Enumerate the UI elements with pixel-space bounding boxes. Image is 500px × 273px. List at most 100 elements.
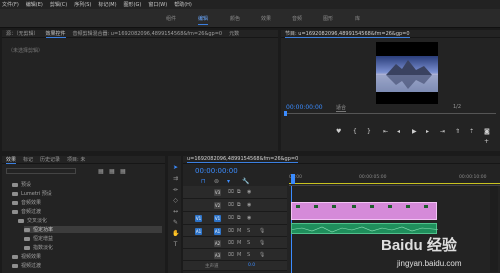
track-target-a1[interactable]: A1 xyxy=(214,228,221,235)
tree-audio-transitions[interactable]: 音频过渡 xyxy=(12,208,41,215)
track-target-v2[interactable]: V2 xyxy=(214,202,221,209)
sync-icon[interactable]: ⧉ xyxy=(237,202,241,208)
source-patch-v1[interactable]: V1 xyxy=(195,215,202,222)
pen-icon[interactable]: ✎ xyxy=(172,219,179,226)
mic-icon[interactable]: 🎙 xyxy=(259,240,265,246)
lock-icon[interactable]: ⌧ xyxy=(228,189,234,195)
slip-icon[interactable]: ↔ xyxy=(172,208,179,215)
tree-lumetri-presets[interactable]: Lumetri 预设 xyxy=(12,190,52,197)
lock-icon[interactable]: ⌧ xyxy=(228,228,234,234)
selection-tool-icon[interactable]: ➤ xyxy=(172,164,179,171)
step-back-icon[interactable]: ◂ xyxy=(397,128,400,135)
hand-icon[interactable]: ✋ xyxy=(172,230,179,237)
tree-video-effects[interactable]: 视频效果 xyxy=(12,253,41,260)
marker-icon[interactable]: ♥ xyxy=(336,128,341,135)
workspace-editing[interactable]: 编辑 xyxy=(198,15,209,25)
menu-help[interactable]: 帮助(H) xyxy=(174,1,192,8)
mic-icon[interactable]: 🎙 xyxy=(259,228,265,234)
menu-marker[interactable]: 标记(M) xyxy=(98,1,116,8)
eye-icon[interactable]: ◉ xyxy=(247,189,251,195)
lock-icon[interactable]: ⌧ xyxy=(228,252,234,258)
lock-icon[interactable]: ⌧ xyxy=(228,240,234,246)
mute-icon[interactable]: M xyxy=(237,252,241,258)
workspace-graphics[interactable]: 图形 xyxy=(323,15,333,22)
menu-file[interactable]: 文件(F) xyxy=(2,1,19,8)
menu-edit[interactable]: 编辑(E) xyxy=(26,1,43,8)
menu-window[interactable]: 窗口(W) xyxy=(148,1,167,8)
mark-in-icon[interactable]: { xyxy=(353,128,357,135)
solo-icon[interactable]: S xyxy=(247,240,250,246)
tree-presets[interactable]: 预设 xyxy=(12,181,31,188)
tree-constant-power[interactable]: 恒定功率 xyxy=(24,226,162,233)
solo-icon[interactable]: S xyxy=(247,228,250,234)
eye-icon[interactable]: ◉ xyxy=(247,202,251,208)
tree-exponential-fade[interactable]: 指数淡化 xyxy=(24,244,53,251)
lock-icon[interactable]: ⌧ xyxy=(228,215,234,221)
workspace-assembly[interactable]: 组件 xyxy=(166,15,176,22)
tree-constant-gain[interactable]: 恒定增益 xyxy=(24,235,53,242)
tab-markers[interactable]: 标记 xyxy=(23,156,33,163)
type-icon[interactable]: T xyxy=(172,241,179,248)
program-scrubber[interactable] xyxy=(286,113,496,114)
mark-out-icon[interactable]: } xyxy=(367,128,371,135)
sync-icon[interactable]: ⧉ xyxy=(237,189,241,195)
program-playhead[interactable] xyxy=(284,111,287,116)
track-target-v3[interactable]: V3 xyxy=(214,189,221,196)
time-ruler[interactable]: 00:00 00:00:05:00 00:00:10:00 xyxy=(289,174,500,186)
lock-icon[interactable]: ⌧ xyxy=(228,202,234,208)
tab-effects[interactable]: 效果 xyxy=(6,156,17,164)
tab-project[interactable]: 项目: 未 xyxy=(67,156,85,163)
track-select-icon[interactable]: ⇉ xyxy=(172,175,179,182)
linked-selection-icon[interactable]: ⊚ xyxy=(214,178,219,185)
go-to-in-icon[interactable]: ⇤ xyxy=(383,128,388,135)
menu-clip[interactable]: 剪辑(C) xyxy=(50,1,67,8)
resolution-select[interactable]: 1/2 xyxy=(453,104,461,110)
sync-icon[interactable]: ⧉ xyxy=(237,215,241,221)
tab-source[interactable]: 源：（无剪辑） xyxy=(6,30,39,37)
tab-history[interactable]: 历史记录 xyxy=(40,156,60,163)
lift-icon[interactable]: ⇑ xyxy=(455,128,460,135)
step-forward-icon[interactable]: ▸ xyxy=(426,128,429,135)
ripple-edit-icon[interactable]: ⟛ xyxy=(172,186,179,193)
menu-graphics[interactable]: 图形(G) xyxy=(124,1,142,8)
master-value[interactable]: 0.0 xyxy=(248,263,255,268)
32bit-icon[interactable]: ▦ xyxy=(109,168,115,175)
menu-sequence[interactable]: 序列(S) xyxy=(74,1,91,8)
play-icon[interactable]: ▶ xyxy=(412,128,417,135)
workspace-effects[interactable]: 效果 xyxy=(261,15,271,22)
fit-select[interactable]: 适合 xyxy=(336,104,347,112)
workspace-audio[interactable]: 音频 xyxy=(292,15,302,22)
tree-audio-effects[interactable]: 音频效果 xyxy=(12,199,41,206)
program-title[interactable]: 节目: u=1692082096,4899154568&fm=26&gp=0 xyxy=(285,30,410,38)
mute-icon[interactable]: M xyxy=(237,228,241,234)
add-marker-icon[interactable]: ▾ xyxy=(227,178,230,185)
work-area-bar[interactable] xyxy=(289,183,500,184)
sequence-tab[interactable]: u=1692082096,4899154568&fm=26&gp=0 xyxy=(187,156,299,163)
tab-effect-controls[interactable]: 效果控件 xyxy=(45,30,66,38)
effects-search-input[interactable] xyxy=(6,168,76,174)
workspace-libraries[interactable]: 库 xyxy=(355,15,360,22)
tree-video-transitions[interactable]: 视频过渡 xyxy=(12,262,41,269)
export-frame-icon[interactable]: ◙ xyxy=(484,128,490,135)
video-clip[interactable] xyxy=(291,202,437,220)
track-target-a3[interactable]: A3 xyxy=(214,252,221,259)
workspace-color[interactable]: 颜色 xyxy=(230,15,240,22)
add-button-icon[interactable]: + xyxy=(484,138,489,145)
snap-icon[interactable]: ⊓ xyxy=(201,178,206,185)
mic-icon[interactable]: 🎙 xyxy=(259,252,265,258)
track-target-a2[interactable]: A2 xyxy=(214,240,221,247)
yuv-icon[interactable]: ▦ xyxy=(120,168,126,175)
tree-crossfade[interactable]: 交叉淡化 xyxy=(18,217,47,224)
tab-audio-mixer[interactable]: 音频剪辑混合器: u=1692082096,4899154568&fm=26&g… xyxy=(73,30,223,37)
go-to-out-icon[interactable]: ⇥ xyxy=(440,128,445,135)
mute-icon[interactable]: M xyxy=(237,240,241,246)
wrench-icon[interactable]: 🔧 xyxy=(242,178,249,185)
playhead[interactable] xyxy=(291,174,295,184)
accelerated-icon[interactable]: ▦ xyxy=(98,168,104,175)
extract-icon[interactable]: ⇡ xyxy=(469,128,474,135)
eye-icon[interactable]: ◉ xyxy=(247,215,251,221)
source-patch-a1[interactable]: A1 xyxy=(195,228,202,235)
razor-icon[interactable]: ◇ xyxy=(172,197,179,204)
track-target-v1[interactable]: V1 xyxy=(214,215,221,222)
solo-icon[interactable]: S xyxy=(247,252,250,258)
